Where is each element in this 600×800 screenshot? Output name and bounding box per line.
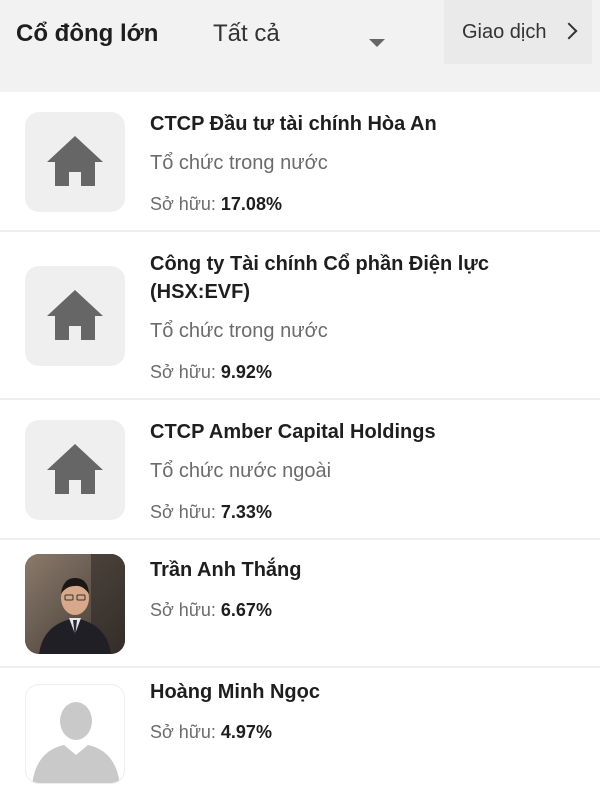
- shareholder-row[interactable]: Trần Anh Thắng Sở hữu: 6.67%: [0, 540, 600, 668]
- ownership-value: 17.08%: [220, 194, 282, 214]
- ownership-text: Sở hữu: 6.67%: [150, 600, 272, 621]
- shareholder-name: CTCP Amber Capital Holdings: [150, 421, 436, 443]
- ownership-text: Sở hữu: 9.92%: [150, 362, 272, 383]
- header-bar: Cổ đông lớn Tất cả Giao dịch: [0, 0, 600, 92]
- ownership-text: Sở hữu: 17.08%: [150, 194, 282, 215]
- ownership-text: Sở hữu: 4.97%: [150, 722, 272, 743]
- building-icon: [25, 112, 125, 212]
- chevron-right-icon: [560, 22, 578, 40]
- person-photo: [25, 554, 125, 654]
- shareholder-row[interactable]: CTCP Đầu tư tài chính Hòa An Tổ chức tro…: [0, 92, 600, 232]
- ownership-value: 7.33%: [220, 502, 272, 522]
- shareholder-row[interactable]: Công ty Tài chính Cổ phần Điện lực (HSX:…: [0, 232, 600, 400]
- building-icon: [25, 266, 125, 366]
- shareholder-row[interactable]: CTCP Amber Capital Holdings Tổ chức nước…: [0, 400, 600, 540]
- shareholder-type: Tổ chức trong nước: [150, 320, 328, 342]
- shareholder-name: Trần Anh Thắng: [150, 559, 302, 581]
- ownership-text: Sở hữu: 7.33%: [150, 502, 272, 523]
- ownership-label: Sở hữu:: [150, 600, 216, 620]
- building-icon: [25, 420, 125, 520]
- filter-selected-value: Tất cả: [213, 20, 280, 47]
- shareholder-type: Tổ chức trong nước: [150, 152, 328, 174]
- ownership-label: Sở hữu:: [150, 502, 216, 522]
- shareholder-name: Hoàng Minh Ngọc: [150, 681, 320, 703]
- page-title: Cổ đông lớn: [16, 20, 159, 47]
- trade-label: Giao dịch: [462, 21, 547, 43]
- ownership-label: Sở hữu:: [150, 722, 216, 742]
- ownership-value: 6.67%: [220, 600, 272, 620]
- shareholder-name: Công ty Tài chính Cổ phần Điện lực (HSX:…: [150, 253, 489, 303]
- trade-button[interactable]: Giao dịch: [444, 0, 592, 64]
- ownership-label: Sở hữu:: [150, 362, 216, 382]
- shareholder-name: CTCP Đầu tư tài chính Hòa An: [150, 113, 437, 135]
- shareholder-row[interactable]: Hoàng Minh Ngọc Sở hữu: 4.97%: [0, 668, 600, 800]
- person-silhouette-icon: [25, 684, 125, 784]
- ownership-value: 9.92%: [220, 362, 272, 382]
- ownership-label: Sở hữu:: [150, 194, 216, 214]
- caret-down-icon: [369, 39, 385, 47]
- shareholder-type: Tổ chức nước ngoài: [150, 460, 332, 482]
- ownership-value: 4.97%: [220, 722, 272, 742]
- filter-dropdown[interactable]: Tất cả: [200, 10, 390, 60]
